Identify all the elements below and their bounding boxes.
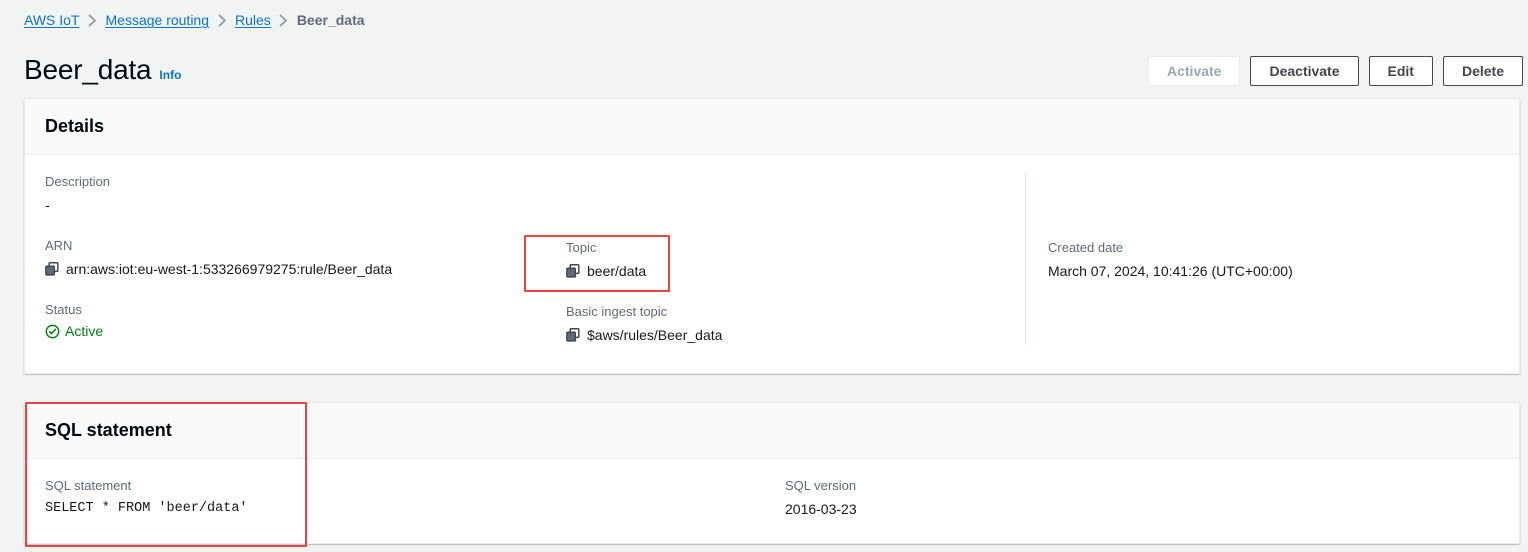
- activate-button[interactable]: Activate: [1148, 56, 1241, 86]
- details-right-spacer: [1048, 173, 1499, 239]
- arn-label: ARN: [45, 238, 73, 253]
- sql-version-field: SQL version 2016-03-23: [785, 477, 1499, 519]
- details-column-middle: Topic beer/data Basic ingest topic $aws/…: [547, 173, 1025, 345]
- created-date-label: Created date: [1048, 240, 1124, 255]
- chevron-right-icon: [80, 11, 106, 29]
- chevron-right-icon: [271, 11, 297, 29]
- sql-statement-value: SELECT * FROM 'beer/data': [45, 501, 248, 516]
- field-created-date: Created date March 07, 2024, 10:41:26 (U…: [1048, 239, 1499, 281]
- copy-icon[interactable]: [566, 264, 580, 278]
- page-header: Beer_data Info: [24, 52, 181, 88]
- page-root: AWS IoT Message routing Rules Beer_data …: [0, 0, 1528, 552]
- basic-ingest-topic-label: Basic ingest topic: [566, 304, 668, 319]
- sql-card-header: SQL statement: [25, 403, 1519, 459]
- breadcrumb-item-rules[interactable]: Rules: [235, 11, 271, 29]
- field-basic-ingest-topic: Basic ingest topic $aws/rules/Beer_data: [566, 303, 1025, 345]
- sql-card-body: SQL statement SELECT * FROM 'beer/data' …: [25, 459, 1519, 539]
- copy-icon[interactable]: [45, 262, 59, 276]
- copy-icon[interactable]: [566, 328, 580, 342]
- topic-label: Topic: [566, 240, 597, 255]
- details-card-header: Details: [25, 99, 1519, 155]
- sql-statement-field: SQL statement SELECT * FROM 'beer/data': [45, 477, 785, 519]
- sql-columns: SQL statement SELECT * FROM 'beer/data' …: [45, 477, 1499, 519]
- details-column-right: Created date March 07, 2024, 10:41:26 (U…: [1025, 173, 1499, 345]
- description-label: Description: [45, 174, 111, 189]
- details-card-body: Description - ARN arn:aws:iot:eu-west-1:…: [25, 155, 1519, 365]
- topic-value: beer/data: [587, 263, 647, 279]
- arn-value-row: arn:aws:iot:eu-west-1:533266979275:rule/…: [45, 259, 537, 279]
- details-section-title: Details: [45, 116, 105, 136]
- status-value: Active: [65, 323, 104, 339]
- details-middle-spacer: [566, 173, 1025, 239]
- description-value: -: [45, 197, 50, 213]
- breadcrumb-item-message-routing[interactable]: Message routing: [106, 11, 210, 29]
- field-arn: ARN arn:aws:iot:eu-west-1:533266979275:r…: [45, 237, 537, 279]
- breadcrumb-item-aws-iot[interactable]: AWS IoT: [24, 11, 80, 29]
- sql-section-title: SQL statement: [45, 420, 172, 440]
- sql-statement-label: SQL statement: [45, 478, 132, 493]
- sql-statement-card: SQL statement SQL statement SELECT * FRO…: [24, 402, 1520, 544]
- deactivate-button[interactable]: Deactivate: [1250, 56, 1359, 86]
- arn-value: arn:aws:iot:eu-west-1:533266979275:rule/…: [66, 261, 393, 277]
- sql-version-label: SQL version: [785, 478, 857, 493]
- basic-ingest-topic-value: $aws/rules/Beer_data: [587, 327, 723, 343]
- created-date-value: March 07, 2024, 10:41:26 (UTC+00:00): [1048, 263, 1293, 279]
- details-column-left: Description - ARN arn:aws:iot:eu-west-1:…: [45, 173, 547, 345]
- status-label: Status: [45, 302, 82, 317]
- delete-button[interactable]: Delete: [1442, 56, 1523, 86]
- sql-version-value: 2016-03-23: [785, 501, 857, 517]
- breadcrumb-item-current: Beer_data: [296, 12, 365, 28]
- field-topic: Topic beer/data: [566, 239, 1025, 281]
- breadcrumb: AWS IoT Message routing Rules Beer_data: [24, 11, 365, 29]
- page-title: Beer_data: [24, 54, 152, 85]
- info-link[interactable]: Info: [159, 68, 181, 82]
- chevron-right-icon: [209, 11, 235, 29]
- status-badge: Active: [45, 323, 537, 339]
- header-actions: Activate Deactivate Edit Delete: [1148, 56, 1523, 86]
- details-card: Details Description - ARN arn:aws:iot:eu…: [24, 98, 1520, 374]
- field-status: Status Active: [45, 301, 537, 339]
- edit-button[interactable]: Edit: [1368, 56, 1433, 86]
- topic-value-row: beer/data: [566, 261, 1025, 281]
- basic-ingest-topic-value-row: $aws/rules/Beer_data: [566, 325, 1025, 345]
- field-description: Description -: [45, 173, 537, 215]
- status-check-icon: [45, 324, 60, 339]
- details-columns: Description - ARN arn:aws:iot:eu-west-1:…: [45, 173, 1499, 345]
